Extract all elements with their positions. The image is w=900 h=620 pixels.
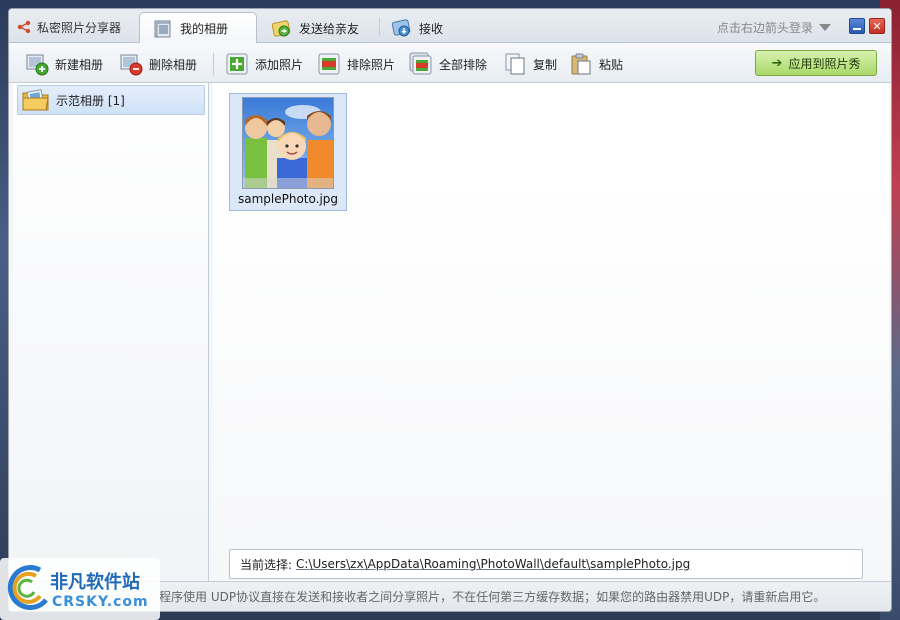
chevron-down-icon[interactable] — [819, 24, 831, 31]
copy-icon — [505, 53, 525, 75]
new-album-icon — [26, 54, 49, 76]
new-album-label: 新建相册 — [55, 57, 104, 72]
toolbar: 新建相册 删除相册 添加照片 排除照片 全部排除 复制 粘贴 ➔ 应用到照片秀 — [9, 43, 891, 83]
send-icon — [271, 20, 291, 37]
crsky-logo-icon — [7, 565, 48, 611]
remove-photo-label: 排除照片 — [347, 57, 396, 72]
delete-album-button[interactable]: 删除相册 — [119, 51, 197, 77]
delete-album-icon — [120, 54, 143, 76]
tab-my-albums[interactable]: 我的相册 — [139, 12, 257, 44]
current-selection-bar: 当前选择: C:\Users\zx\AppData\Roaming\PhotoW… — [229, 549, 863, 579]
paste-icon — [571, 53, 591, 75]
remove-all-label: 全部排除 — [439, 57, 488, 72]
receive-icon — [391, 19, 411, 37]
close-icon: ✕ — [872, 19, 882, 33]
album-list-panel: 示范相册 [1] — [13, 83, 209, 581]
status-text: 程序使用 UDP协议直接在发送和接收者之间分享照片，不在任何第三方缓存数据；如果… — [159, 590, 826, 604]
watermark-title: 非凡软件站 — [50, 572, 140, 593]
photo-filename: samplePhoto.jpg — [237, 192, 339, 206]
app-title: 私密照片分享器 — [37, 20, 122, 35]
add-photo-label: 添加照片 — [255, 57, 304, 72]
new-album-button[interactable]: 新建相册 — [25, 51, 103, 77]
toolbar-divider — [213, 53, 214, 75]
login-hint-text: 点击右边箭头登录 — [716, 21, 813, 35]
tab-receive[interactable]: 接收 — [379, 12, 455, 44]
app-window: 私密照片分享器 我的相册 发送给亲友 接收 点击右边箭头登录 ✕ 新建相册 删除… — [8, 8, 892, 612]
watermark-subtitle: CRSKY.com — [52, 594, 149, 610]
add-photo-button[interactable]: 添加照片 — [225, 51, 303, 77]
apply-to-photo-show-button[interactable]: ➔ 应用到照片秀 — [755, 50, 877, 76]
minimize-button[interactable] — [849, 18, 865, 34]
tab-label: 接收 — [419, 21, 444, 36]
app-brand: 私密照片分享器 — [17, 17, 121, 37]
login-hint[interactable]: 点击右边箭头登录 — [717, 19, 831, 36]
tab-send-to-friends[interactable]: 发送给亲友 — [259, 12, 371, 44]
album-label: 示范相册 [1] — [56, 93, 125, 108]
photo-grid: samplePhoto.jpg 当前选择: C:\Users\zx\AppDat… — [213, 83, 889, 581]
album-item[interactable]: 示范相册 [1] — [17, 85, 205, 115]
paste-label: 粘贴 — [599, 57, 624, 72]
photo-thumbnail[interactable]: samplePhoto.jpg — [229, 93, 347, 211]
tab-label: 发送给亲友 — [299, 21, 360, 36]
share-icon — [17, 20, 31, 34]
album-stack-icon — [154, 20, 171, 37]
apply-label: 应用到照片秀 — [788, 56, 861, 71]
photo-folder-icon — [22, 89, 49, 111]
tab-label: 我的相册 — [180, 22, 229, 36]
watermark-logo: 非凡软件站 CRSKY.com — [0, 558, 160, 620]
add-photo-icon — [226, 53, 248, 75]
arrow-right-icon: ➔ — [771, 55, 783, 71]
remove-photo-icon — [318, 53, 340, 75]
current-selection-path[interactable]: C:\Users\zx\AppData\Roaming\PhotoWall\de… — [296, 557, 690, 571]
remove-all-icon — [409, 52, 432, 75]
current-selection-label: 当前选择: — [240, 557, 293, 572]
close-button[interactable]: ✕ — [869, 18, 885, 34]
tab-bar: 私密照片分享器 我的相册 发送给亲友 接收 点击右边箭头登录 ✕ — [9, 9, 891, 44]
copy-button[interactable]: 复制 — [503, 51, 557, 77]
remove-all-button[interactable]: 全部排除 — [409, 51, 487, 77]
sample-photo-image — [243, 98, 333, 188]
copy-label: 复制 — [533, 57, 558, 72]
remove-photo-button[interactable]: 排除照片 — [317, 51, 395, 77]
paste-button[interactable]: 粘贴 — [569, 51, 623, 77]
photo-preview — [242, 97, 334, 189]
delete-album-label: 删除相册 — [149, 57, 198, 72]
